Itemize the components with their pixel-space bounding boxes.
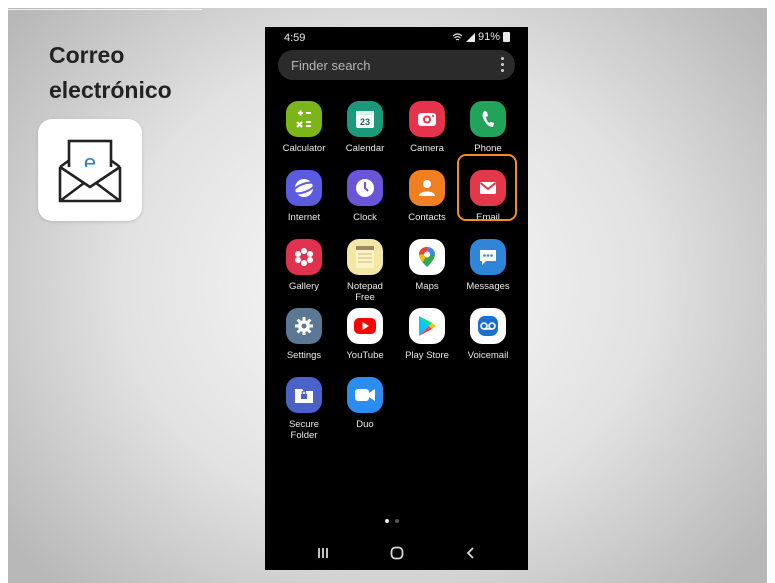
app-label: Voicemail: [467, 350, 509, 361]
app-settings[interactable]: Settings: [273, 308, 335, 361]
calculator-icon: [286, 101, 322, 137]
home-icon[interactable]: [390, 546, 404, 560]
signal-icon: [465, 32, 475, 42]
email-highlight-box: [457, 154, 517, 221]
navigation-bar: [265, 542, 528, 570]
app-secure-folder[interactable]: Secure Folder: [273, 377, 335, 441]
page-indicator: [385, 519, 399, 523]
finder-search-bar[interactable]: Finder search: [278, 50, 515, 80]
messages-icon: [470, 239, 506, 275]
page-dot-inactive: [395, 519, 399, 523]
status-bar: 4:59 91%: [265, 27, 528, 47]
app-label: Calculator: [282, 143, 326, 154]
calendar-icon: 23: [347, 101, 383, 137]
app-label: Internet: [287, 212, 321, 223]
app-label: Settings: [286, 350, 322, 361]
app-label: Camera: [410, 143, 444, 154]
app-calendar[interactable]: 23 Calendar: [334, 101, 396, 154]
app-label: Gallery: [288, 281, 320, 292]
app-clock[interactable]: Clock: [334, 170, 396, 223]
camera-icon: [409, 101, 445, 137]
app-label: Maps: [415, 281, 439, 292]
contacts-icon: [409, 170, 445, 206]
email-app-card: e: [38, 119, 142, 221]
play-store-icon: [409, 308, 445, 344]
app-label: Play Store: [405, 350, 449, 361]
back-icon[interactable]: [465, 546, 477, 560]
status-indicators: 91%: [452, 31, 510, 43]
internet-icon: [286, 170, 322, 206]
app-label: Calendar: [345, 143, 385, 154]
email-envelope-icon: e: [58, 139, 122, 203]
phone-screen: 4:59 91% Finder search Calculator 23 Calen…: [265, 27, 528, 570]
app-duo[interactable]: Duo: [334, 377, 396, 430]
clock-icon: [347, 170, 383, 206]
app-voicemail[interactable]: Voicemail: [457, 308, 519, 361]
app-label: Phone: [474, 143, 502, 154]
duo-icon: [347, 377, 383, 413]
recent-apps-icon[interactable]: [317, 546, 329, 560]
battery-percentage: 91%: [477, 31, 500, 43]
app-calculator[interactable]: Calculator: [273, 101, 335, 154]
app-play-store[interactable]: Play Store: [396, 308, 458, 361]
voicemail-icon: [470, 308, 506, 344]
search-placeholder: Finder search: [291, 58, 371, 73]
app-label: YouTube: [346, 350, 384, 361]
app-label: Clock: [353, 212, 377, 223]
secure-folder-icon: [286, 377, 322, 413]
slide-title: Correo electrónico: [49, 42, 172, 103]
page-dot-active: [385, 519, 389, 523]
more-options-icon[interactable]: [500, 57, 504, 72]
app-messages[interactable]: Messages: [457, 239, 519, 292]
app-maps[interactable]: Maps: [396, 239, 458, 292]
notepad-icon: [347, 239, 383, 275]
app-notepad-free[interactable]: Notepad Free: [334, 239, 396, 303]
app-camera[interactable]: Camera: [396, 101, 458, 154]
app-label: Notepad Free: [347, 281, 383, 303]
maps-icon: [409, 239, 445, 275]
youtube-icon: [347, 308, 383, 344]
status-time: 4:59: [284, 32, 306, 44]
top-divider: [8, 9, 202, 10]
settings-icon: [286, 308, 322, 344]
app-label: Secure Folder: [288, 419, 320, 441]
gallery-icon: [286, 239, 322, 275]
app-youtube[interactable]: YouTube: [334, 308, 396, 361]
app-phone[interactable]: Phone: [457, 101, 519, 154]
phone-icon: [470, 101, 506, 137]
app-label: Duo: [356, 419, 374, 430]
app-gallery[interactable]: Gallery: [273, 239, 335, 292]
app-label: Messages: [466, 281, 510, 292]
app-label: Contacts: [408, 212, 446, 223]
wifi-icon: [452, 32, 463, 40]
battery-icon: [503, 32, 510, 42]
app-internet[interactable]: Internet: [273, 170, 335, 223]
app-contacts[interactable]: Contacts: [396, 170, 458, 223]
svg-text:23: 23: [360, 117, 370, 127]
